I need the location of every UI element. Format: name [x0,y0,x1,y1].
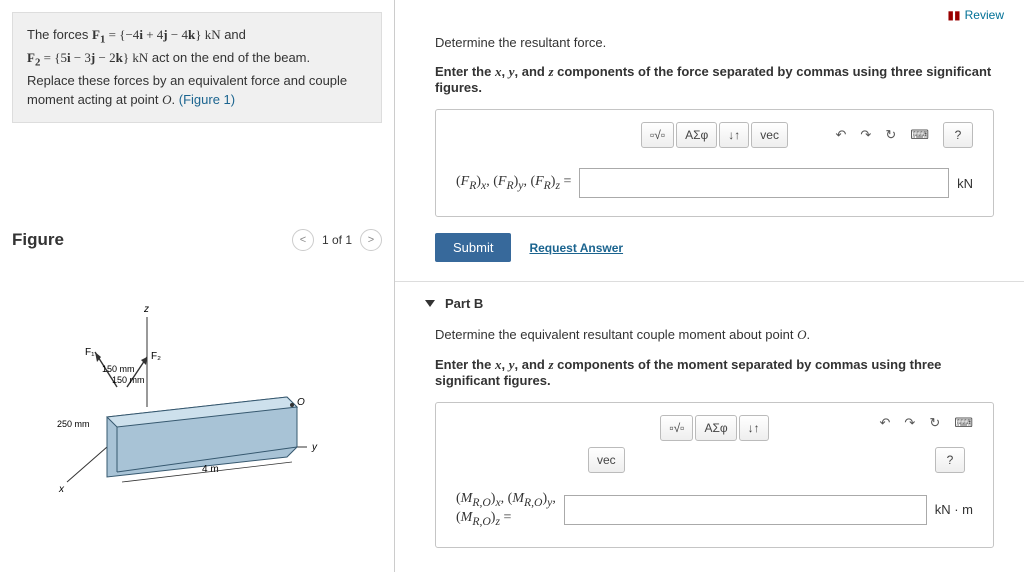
problem-statement: The forces F1 = {−4i + 4j − 4k} kN and F… [12,12,382,123]
figure-link[interactable]: (Figure 1) [179,92,235,107]
divider [395,281,1024,282]
greek-button-b[interactable]: ΑΣφ [695,415,736,441]
part-b-title: Part B [445,296,483,311]
greek-button[interactable]: ΑΣφ [676,122,717,148]
part-a-submit-row: Submit Request Answer [435,233,994,262]
part-a-input-row: (FR)x, (FR)y, (FR)z = kN [456,168,973,198]
collapse-icon [425,300,435,307]
figure-title: Figure [12,230,64,250]
part-a-var-label: (FR)x, (FR)y, (FR)z = [456,174,571,192]
part-a-request-answer[interactable]: Request Answer [529,241,623,255]
vec-button[interactable]: vec [751,122,788,148]
part-b-var-label: (MR,O)x, (MR,O)y,(MR,O)z = [456,491,556,529]
part-b-header[interactable]: Part B [395,286,1024,321]
dim-150-1: 150 mm [102,364,135,374]
dim-150-2: 150 mm [112,375,145,385]
axis-x-label: x [58,484,65,495]
problem-text: The forces [27,27,92,42]
figure-header: Figure < 1 of 1 > [12,223,382,257]
part-a-answer-input[interactable] [579,168,949,198]
part-a-input-panel: ▫√▫ ΑΣφ ↓↑ vec ↶ ↷ ↻ ⌨ ? (FR)x, (FR)y, (… [435,109,994,217]
part-b-unit: kN · m [935,502,973,517]
part-b-input-panel: ▫√▫ ΑΣφ ↓↑ ↶ ↷ ↻ ⌨ vec ? [435,402,994,548]
part-a-toolbar: ▫√▫ ΑΣφ ↓↑ vec ↶ ↷ ↻ ⌨ ? [456,122,973,148]
reset-button-b[interactable]: ↻ [929,415,940,431]
undo-button-b[interactable]: ↶ [880,415,891,431]
templates-button-b[interactable]: ▫√▫ [660,415,693,441]
part-a-submit-button[interactable]: Submit [435,233,511,262]
part-a-unit: kN [957,176,973,191]
axis-z-label: z [143,304,149,315]
part-b: Determine the equivalent resultant coupl… [395,321,1024,563]
vec-button-b[interactable]: vec [588,447,625,473]
redo-button-b[interactable]: ↷ [904,415,915,431]
figure-nav: < 1 of 1 > [292,229,382,251]
part-b-instruction: Determine the equivalent resultant coupl… [435,327,994,343]
f1-symbol: F1 [92,27,105,42]
f1-label: F₁ [85,347,95,358]
part-b-input-row: (MR,O)x, (MR,O)y,(MR,O)z = kN · m [456,491,973,529]
text-and: and [221,27,246,42]
part-a-instruction: Determine the resultant force. [435,35,994,50]
redo-button[interactable]: ↷ [860,127,871,143]
axis-y-label: y [311,442,318,453]
updown-button-b[interactable]: ↓↑ [739,415,769,441]
left-panel: The forces F1 = {−4i + 4j − 4k} kN and F… [0,0,395,572]
text-act: act on the end of the beam. [148,50,310,65]
figure-next-button[interactable]: > [360,229,382,251]
flag-icon: ▮▮ [947,8,960,22]
undo-button[interactable]: ↶ [836,127,847,143]
part-b-sub-instruction: Enter the x, y, and z components of the … [435,357,994,388]
dim-250: 250 mm [57,419,90,429]
help-button[interactable]: ? [943,122,973,148]
templates-button[interactable]: ▫√▫ [641,122,674,148]
f2-expr: = {5i − 3j − 2k} kN [40,50,148,65]
keyboard-button-b[interactable]: ⌨ [954,415,973,431]
part-b-answer-input[interactable] [564,495,927,525]
f2-symbol: F2 [27,50,40,65]
figure-image: x y z O F₁ F₂ 150 [12,287,382,507]
dim-4m: 4 m [202,464,219,475]
point-o-label: O [297,397,305,408]
right-panel: ▮▮ Review Determine the resultant force.… [395,0,1024,572]
reset-button[interactable]: ↻ [885,127,896,143]
keyboard-button[interactable]: ⌨ [910,127,929,143]
part-a-sub-instruction: Enter the x, y, and z components of the … [435,64,994,95]
figure-prev-button[interactable]: < [292,229,314,251]
updown-button[interactable]: ↓↑ [719,122,749,148]
review-link[interactable]: ▮▮ Review [947,8,1004,22]
figure-counter: 1 of 1 [322,233,352,247]
part-b-toolbar: ▫√▫ ΑΣφ ↓↑ ↶ ↷ ↻ ⌨ vec ? [456,415,973,473]
part-a: Determine the resultant force. Enter the… [395,0,1024,277]
f1-expr: = {−4i + 4j − 4k} kN [105,27,220,42]
f2-label: F₂ [151,351,161,362]
help-button-b[interactable]: ? [935,447,965,473]
point-o: O [162,92,171,107]
